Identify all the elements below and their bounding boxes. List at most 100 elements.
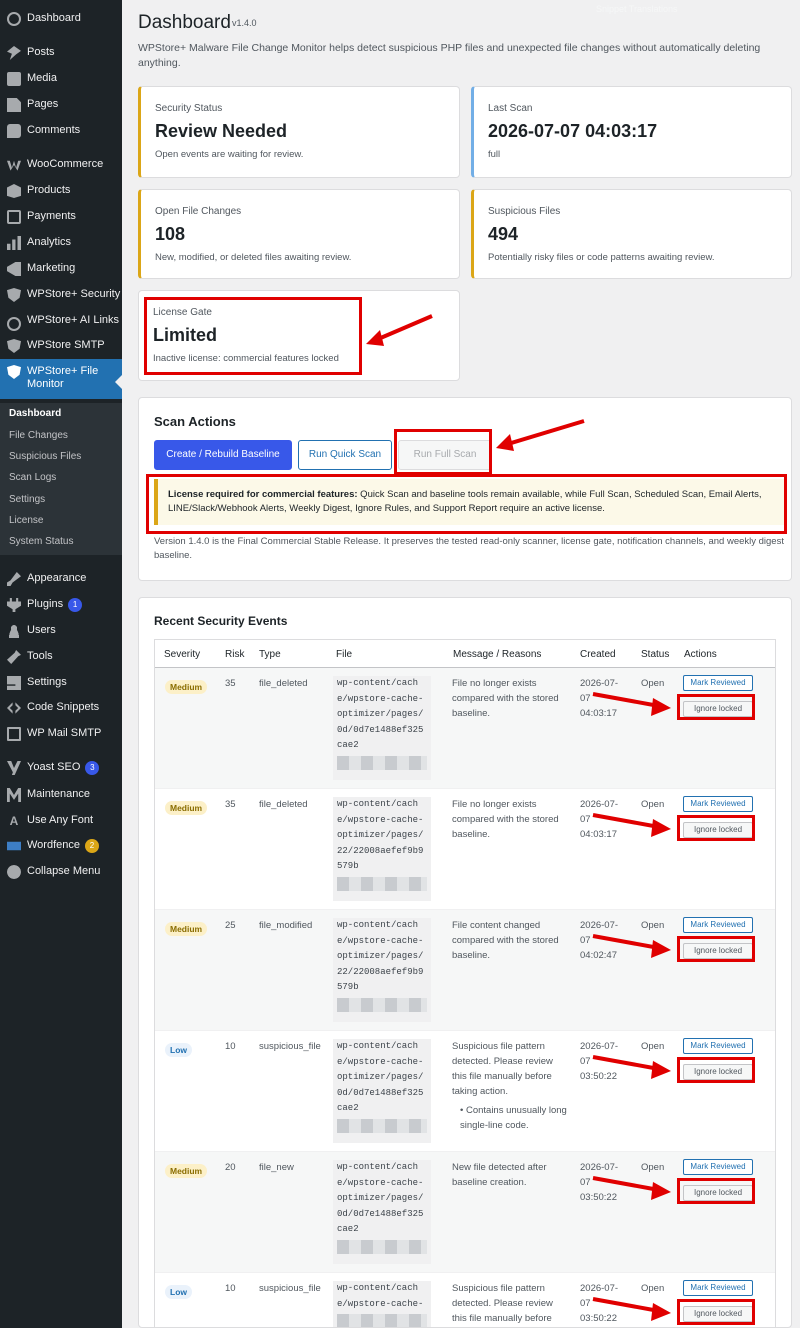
open-file-changes-card: Open File Changes 108 New, modified, or … [138, 189, 460, 279]
annotation-arrow [592, 1176, 671, 1200]
events-title: Recent Security Events [154, 614, 288, 628]
annotation-highlight-box [677, 1299, 755, 1325]
menu-marketing[interactable]: Marketing [0, 262, 122, 276]
page-description: WPStore+ Malware File Change Monitor hel… [138, 42, 761, 69]
annotation-highlight-box [677, 936, 755, 962]
mark-reviewed-button[interactable]: Mark Reviewed [683, 1159, 753, 1175]
submenu-file-changes[interactable]: File Changes [9, 430, 68, 441]
redacted-path-segment [337, 1239, 427, 1254]
event-message: File no longer exists compared with the … [452, 678, 559, 719]
menu-payments[interactable]: Payments [0, 210, 122, 224]
severity-badge: Medium [165, 680, 208, 694]
rebuild-baseline-button[interactable]: Create / Rebuild Baseline [154, 440, 292, 470]
submenu-scan-logs[interactable]: Scan Logs [9, 472, 56, 483]
suspicious-files-card: Suspicious Files 494 Potentially risky f… [471, 189, 792, 279]
run-quick-scan-button[interactable]: Run Quick Scan [298, 440, 392, 470]
column-header: Type [259, 649, 281, 660]
payment-icon [7, 210, 21, 224]
plugins-update-badge: 1 [68, 598, 83, 612]
submenu-dashboard[interactable]: Dashboard [9, 408, 61, 419]
submenu-settings[interactable]: Settings [9, 494, 45, 505]
menu-appearance[interactable]: Appearance [0, 572, 122, 586]
menu-maintenance[interactable]: Maintenance [0, 788, 122, 802]
security-status-card: Security Status Review Needed Open event… [138, 86, 460, 178]
menu-comments[interactable]: Comments [0, 124, 122, 138]
table-row: Medium 20 file_new wp-content/cache/wpst… [155, 1152, 775, 1273]
plugin-icon [7, 598, 21, 612]
menu-posts[interactable]: Posts [0, 46, 122, 60]
mark-reviewed-button[interactable]: Mark Reviewed [683, 1038, 753, 1054]
submenu-suspicious-files[interactable]: Suspicious Files [9, 451, 81, 462]
menu-wpstore-file-monitor[interactable]: WPStore+ File Monitor [0, 359, 122, 399]
file-path-text: wp-content/cache/wpstore-cache- [337, 1283, 424, 1309]
event-type: file_deleted [259, 678, 308, 689]
column-header: Severity [164, 649, 201, 660]
menu-wp-mail-smtp[interactable]: WP Mail SMTP [0, 727, 122, 741]
font-icon: A [9, 814, 19, 828]
annotation-highlight-box [677, 1057, 755, 1083]
table-row: Medium 35 file_deleted wp-content/cache/… [155, 668, 775, 789]
menu-tools[interactable]: Tools [0, 650, 122, 664]
card-label: Open File Changes [155, 206, 242, 217]
menu-plugins[interactable]: Plugins 1 [0, 598, 122, 612]
brush-icon [7, 572, 21, 586]
screen-options-link[interactable]: Snippet Translations [596, 4, 678, 14]
woocommerce-icon [7, 160, 21, 171]
menu-woocommerce[interactable]: WooCommerce [0, 158, 122, 172]
column-header: Created [580, 649, 616, 660]
bar-chart-icon [7, 236, 21, 250]
event-message: New file detected after baseline creatio… [452, 1162, 547, 1188]
menu-settings[interactable]: Settings [0, 676, 122, 690]
shield-icon [7, 365, 21, 379]
submenu-system-status[interactable]: System Status [9, 536, 73, 547]
risk-score: 10 [225, 1283, 236, 1294]
menu-users[interactable]: Users [0, 624, 122, 638]
menu-analytics[interactable]: Analytics [0, 236, 122, 250]
event-message: Suspicious file pattern detected. Please… [452, 1283, 553, 1324]
file-path: wp-content/cache/wpstore-cache-optimizer… [333, 918, 431, 1022]
menu-wpstore-security[interactable]: WPStore+ Security [0, 288, 122, 302]
menu-wpstore-ai-links[interactable]: WPStore+ AI Links [0, 314, 122, 334]
column-header: Status [641, 649, 670, 660]
link-icon [4, 314, 24, 334]
severity-badge: Medium [165, 1164, 208, 1178]
menu-code-snippets[interactable]: Code Snippets [0, 701, 122, 715]
card-value: 2026-07-07 04:03:17 [488, 121, 658, 141]
menu-wordfence[interactable]: Wordfence 2 [0, 839, 122, 853]
menu-dashboard[interactable]: Dashboard [0, 12, 122, 26]
megaphone-icon [7, 262, 21, 276]
menu-collapse[interactable]: Collapse Menu [0, 865, 122, 879]
file-path-text: wp-content/cache/wpstore-cache-optimizer… [337, 1041, 424, 1113]
column-header: File [336, 649, 353, 660]
file-path: wp-content/cache/wpstore-cache- [333, 1281, 431, 1327]
mark-reviewed-button[interactable]: Mark Reviewed [683, 796, 753, 812]
box-icon [7, 184, 21, 198]
code-icon [7, 702, 21, 714]
wrench-icon [7, 650, 21, 664]
shield-icon [7, 339, 21, 353]
release-note: Version 1.4.0 is the Final Commercial St… [154, 536, 784, 561]
menu-pages[interactable]: Pages [0, 98, 122, 112]
event-message: File content changed compared with the s… [452, 920, 559, 961]
menu-use-any-font[interactable]: A Use Any Font [0, 814, 122, 828]
event-type: file_modified [259, 920, 313, 931]
submenu-license[interactable]: License [9, 515, 43, 526]
card-subtext: Potentially risky files or code patterns… [488, 252, 715, 263]
dashboard-icon [7, 12, 21, 26]
risk-score: 20 [225, 1162, 236, 1173]
menu-products[interactable]: Products [0, 184, 122, 198]
mark-reviewed-button[interactable]: Mark Reviewed [683, 1280, 753, 1296]
settings-icon [7, 676, 21, 690]
mark-reviewed-button[interactable]: Mark Reviewed [683, 917, 753, 933]
file-path: wp-content/cache/wpstore-cache-optimizer… [333, 676, 431, 780]
yoast-notification-badge: 3 [85, 761, 100, 775]
event-type: suspicious_file [259, 1283, 321, 1294]
media-icon [7, 72, 21, 86]
pin-icon [7, 46, 21, 60]
menu-media[interactable]: Media [0, 72, 122, 86]
menu-wpstore-smtp[interactable]: WPStore SMTP [0, 339, 122, 353]
mark-reviewed-button[interactable]: Mark Reviewed [683, 675, 753, 691]
event-type: file_deleted [259, 799, 308, 810]
annotation-arrow [592, 692, 671, 716]
menu-yoast-seo[interactable]: Yoast SEO 3 [0, 761, 122, 775]
